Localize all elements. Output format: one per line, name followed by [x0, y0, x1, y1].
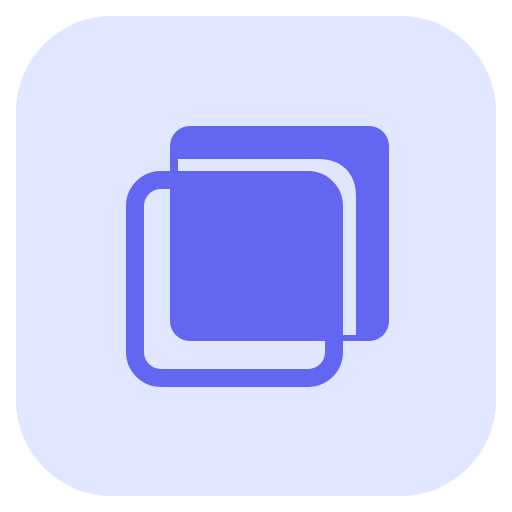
copy-icon — [126, 126, 389, 387]
app-icon-canvas — [0, 0, 512, 512]
copy-icon-back-square — [170, 126, 389, 341]
